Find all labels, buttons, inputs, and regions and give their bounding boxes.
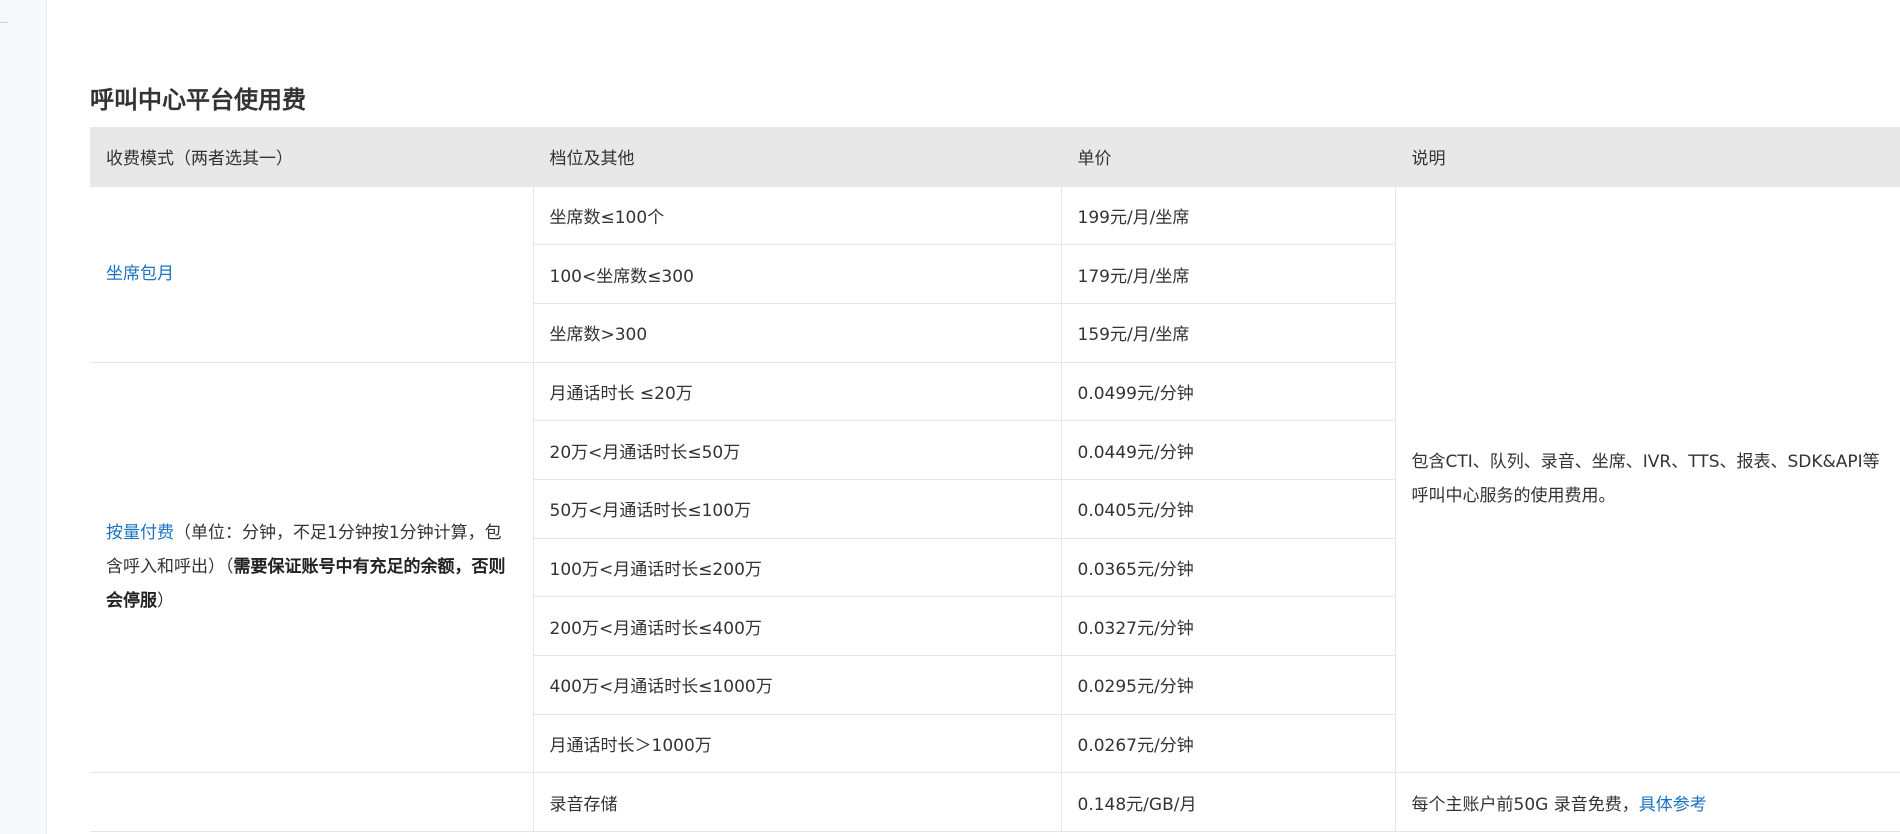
table-row: 录音存储 0.148元/GB/月 每个主账户前50G 录音免费，具体参考 — [90, 772, 1900, 833]
price-cell: 199元/月/坐席 — [1061, 186, 1396, 246]
shared-description: 包含CTI、队列、录音、坐席、IVR、TTS、报表、SDK&API等呼叫中心服务… — [1411, 452, 1880, 507]
tier-cell: 400万<月通话时长≤1000万 — [533, 655, 1062, 715]
price-cell: 0.0449元/分钟 — [1061, 420, 1396, 480]
shared-description-cell: 包含CTI、队列、录音、坐席、IVR、TTS、报表、SDK&API等呼叫中心服务… — [1395, 186, 1900, 774]
tier-cell: 20万<月通话时长≤50万 — [533, 420, 1062, 480]
header-price: 单价 — [1061, 127, 1396, 187]
recording-description-cell: 每个主账户前50G 录音免费，具体参考 — [1395, 772, 1900, 833]
tier-cell: 100<坐席数≤300 — [533, 244, 1062, 304]
price-cell: 0.0365元/分钟 — [1061, 538, 1396, 598]
price-cell: 0.0499元/分钟 — [1061, 362, 1396, 422]
recording-description: 每个主账户前50G 录音免费， — [1411, 794, 1639, 815]
reference-link[interactable]: 具体参考 — [1639, 795, 1707, 815]
header-description: 说明 — [1395, 127, 1900, 187]
mode-usage-end: ） — [157, 591, 174, 612]
tier-cell: 月通话时长＞1000万 — [533, 714, 1062, 774]
tier-cell: 月通话时长 ≤20万 — [533, 362, 1062, 422]
pricing-table: 收费模式（两者选其一） 档位及其他 单价 说明 坐席包月 坐席数≤100个 19… — [90, 127, 1900, 833]
tier-cell: 200万<月通话时长≤400万 — [533, 596, 1062, 656]
mode-usage-link[interactable]: 按量付费 — [106, 523, 174, 543]
table-header-row: 收费模式（两者选其一） 档位及其他 单价 说明 — [90, 127, 1900, 187]
tier-cell: 100万<月通话时长≤200万 — [533, 538, 1062, 598]
header-tier: 档位及其他 — [533, 127, 1062, 187]
gutter-tick — [0, 22, 8, 23]
mode-seat-monthly-link[interactable]: 坐席包月 — [106, 264, 174, 284]
price-cell: 0.0295元/分钟 — [1061, 655, 1396, 715]
left-gutter — [0, 0, 47, 834]
price-cell: 179元/月/坐席 — [1061, 244, 1396, 304]
tier-cell: 坐席数≤100个 — [533, 186, 1062, 246]
price-cell: 0.148元/GB/月 — [1061, 772, 1396, 833]
mode-usage-cell: 按量付费（单位：分钟，不足1分钟按1分钟计算，包含呼入和呼出）（需要保证账号中有… — [90, 362, 534, 774]
tier-cell: 录音存储 — [533, 772, 1062, 833]
price-cell: 0.0405元/分钟 — [1061, 479, 1396, 539]
price-cell: 159元/月/坐席 — [1061, 303, 1396, 363]
price-cell: 0.0267元/分钟 — [1061, 714, 1396, 774]
price-cell: 0.0327元/分钟 — [1061, 596, 1396, 656]
mode-empty-cell — [90, 772, 534, 833]
header-mode: 收费模式（两者选其一） — [90, 127, 534, 187]
tier-cell: 坐席数>300 — [533, 303, 1062, 363]
mode-seat-monthly-cell: 坐席包月 — [90, 186, 534, 363]
table-row: 坐席包月 坐席数≤100个 199元/月/坐席 包含CTI、队列、录音、坐席、I… — [90, 186, 1900, 774]
tier-cell: 50万<月通话时长≤100万 — [533, 479, 1062, 539]
page-title: 呼叫中心平台使用费 — [90, 86, 306, 114]
